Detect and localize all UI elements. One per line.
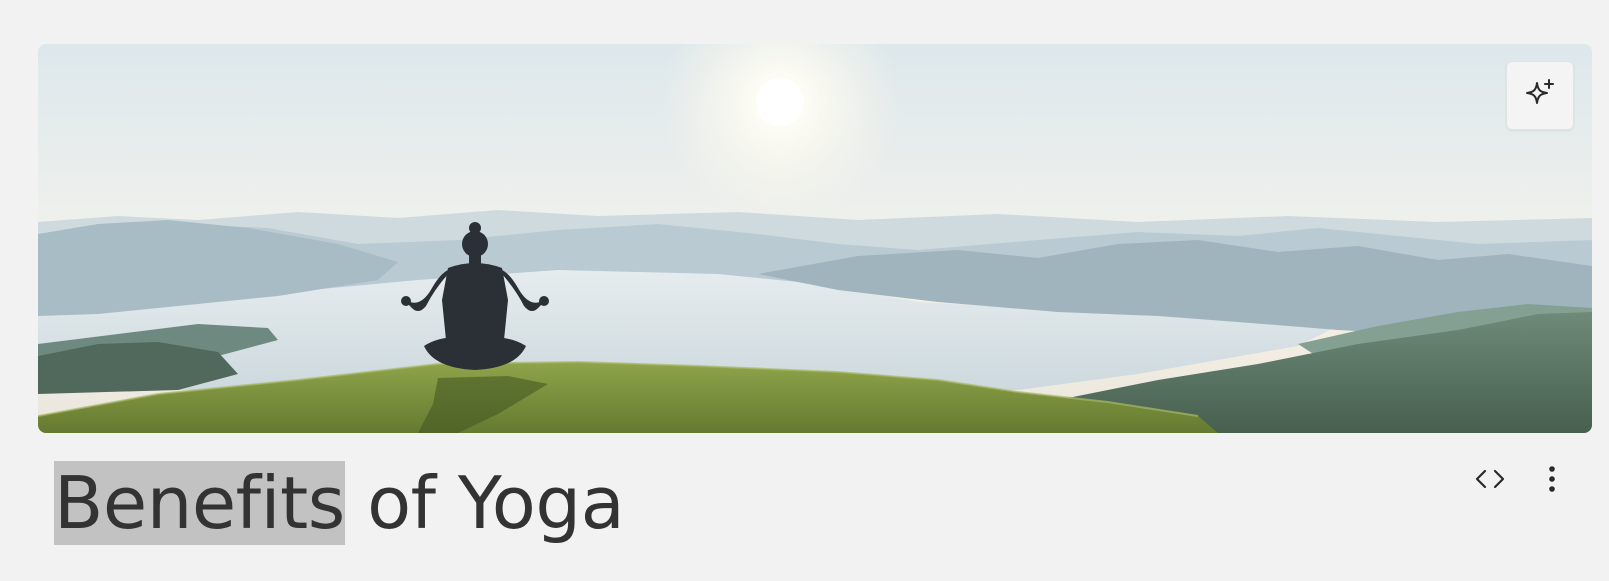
ai-button[interactable] [1506,61,1574,130]
selected-text: Benefits [54,461,345,545]
more-vertical-icon [1548,465,1556,497]
page-title[interactable]: Benefits of Yoga [54,455,625,551]
sparkle-icon [1523,77,1557,115]
code-button[interactable] [1470,463,1510,499]
hero-image [38,44,1592,433]
code-icon [1473,467,1507,495]
title-text: of Yoga [344,461,625,545]
more-options-button[interactable] [1536,463,1568,499]
